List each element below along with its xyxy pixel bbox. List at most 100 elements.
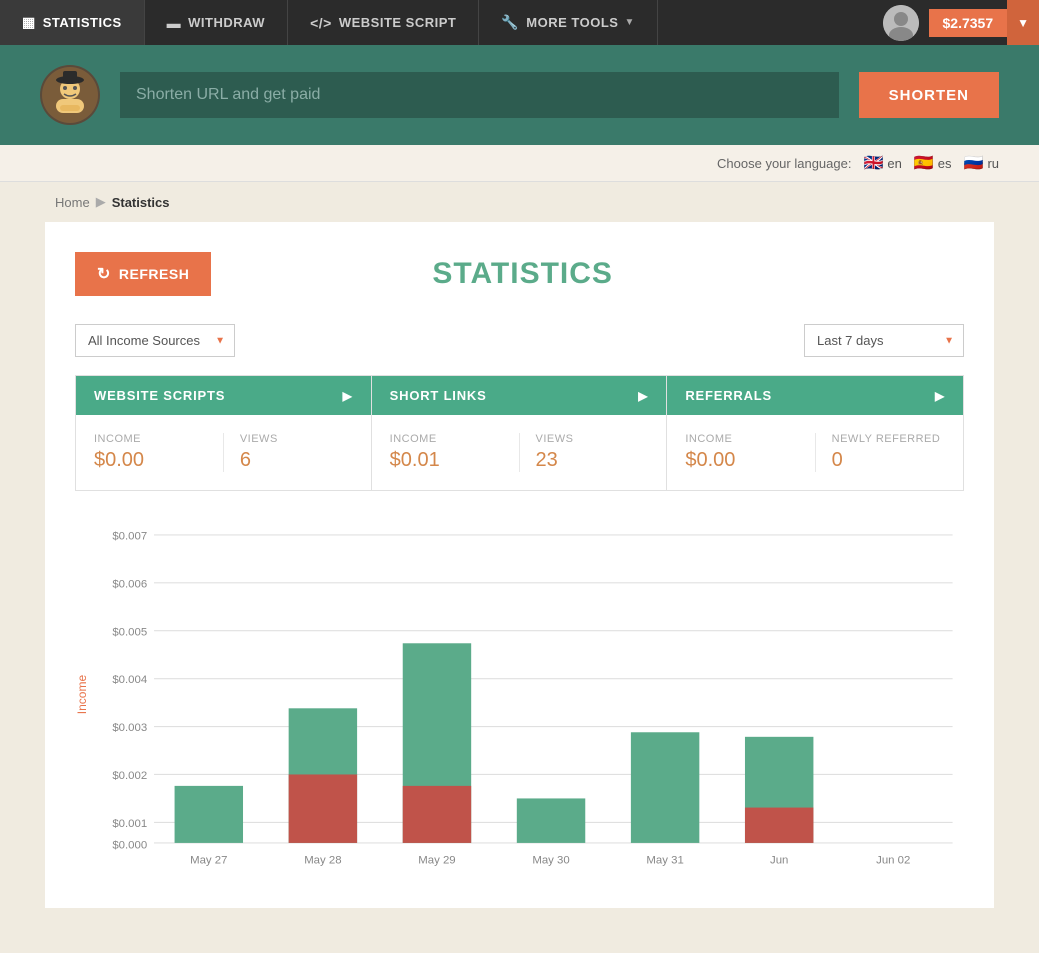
short-links-card: SHORT LINKS ▶ INCOME $0.01 VIEWS 23: [372, 376, 668, 490]
nav-more-tools[interactable]: 🔧 MORE TOOLS ▼: [479, 0, 658, 45]
withdraw-icon: ▬: [167, 15, 182, 31]
nav-statistics[interactable]: ▦ STATISTICS: [0, 0, 145, 45]
refresh-label: REFRESH: [119, 266, 189, 282]
flag-ru: 🇷🇺: [964, 153, 984, 173]
statistics-icon: ▦: [22, 14, 36, 31]
website-scripts-income-label: INCOME: [94, 433, 207, 445]
svg-text:May 30: May 30: [532, 854, 569, 866]
bar-may31-teal: [631, 732, 699, 843]
svg-text:$0.001: $0.001: [112, 818, 147, 830]
website-scripts-title: WEBSITE SCRIPTS: [94, 388, 225, 403]
nav-website-script[interactable]: </> WEBSITE SCRIPT: [288, 0, 479, 45]
website-scripts-income-metric: INCOME $0.00: [94, 433, 224, 472]
balance-display[interactable]: $2.7357: [929, 9, 1008, 37]
website-scripts-metrics: INCOME $0.00 VIEWS 6: [76, 415, 371, 490]
short-links-metrics: INCOME $0.01 VIEWS 23: [372, 415, 667, 490]
stats-cards: WEBSITE SCRIPTS ▶ INCOME $0.00 VIEWS 6 S…: [75, 375, 964, 491]
date-range-filter[interactable]: Last 7 days Last 30 days Last 90 days Th…: [804, 324, 964, 357]
language-bar: Choose your language: 🇬🇧 en 🇪🇸 es 🇷🇺 ru: [0, 145, 1039, 182]
short-links-header[interactable]: SHORT LINKS ▶: [372, 376, 667, 415]
code-icon: </>: [310, 15, 332, 31]
website-scripts-card: WEBSITE SCRIPTS ▶ INCOME $0.00 VIEWS 6: [76, 376, 372, 490]
lang-ru[interactable]: 🇷🇺 ru: [964, 153, 999, 173]
flag-es: 🇪🇸: [914, 153, 934, 173]
bar-may30-teal: [517, 798, 585, 842]
website-scripts-views-value: 6: [240, 449, 353, 472]
refresh-button[interactable]: ↻ REFRESH: [75, 252, 211, 296]
svg-text:Jun: Jun: [770, 854, 788, 866]
breadcrumb-home[interactable]: Home: [55, 195, 90, 210]
lang-en[interactable]: 🇬🇧 en: [863, 153, 901, 173]
short-links-income-value: $0.01: [390, 449, 503, 472]
short-links-income-label: INCOME: [390, 433, 503, 445]
logo-avatar: [40, 65, 100, 125]
svg-text:May 29: May 29: [418, 854, 455, 866]
income-source-filter[interactable]: All Income Sources Website Scripts Short…: [75, 324, 235, 357]
referrals-income-metric: INCOME $0.00: [685, 433, 815, 472]
referrals-arrow: ▶: [935, 389, 945, 403]
referrals-referred-metric: NEWLY REFERRED 0: [816, 433, 945, 472]
url-input[interactable]: [120, 72, 839, 118]
svg-text:$0.003: $0.003: [112, 722, 147, 734]
svg-text:$0.002: $0.002: [112, 770, 147, 782]
filters-row: All Income Sources Website Scripts Short…: [75, 324, 964, 357]
nav-withdraw-label: WITHDRAW: [188, 15, 265, 30]
website-scripts-header[interactable]: WEBSITE SCRIPTS ▶: [76, 376, 371, 415]
referrals-header[interactable]: REFERRALS ▶: [667, 376, 963, 415]
income-source-select[interactable]: All Income Sources Website Scripts Short…: [75, 324, 235, 357]
svg-text:$0.000: $0.000: [112, 840, 147, 852]
breadcrumb-current: Statistics: [112, 195, 170, 210]
svg-text:$0.007: $0.007: [112, 530, 147, 542]
shorten-button[interactable]: SHORTEN: [859, 72, 999, 118]
website-scripts-arrow: ▶: [343, 389, 353, 403]
bar-may29-red: [403, 786, 471, 843]
lang-es-code: es: [938, 156, 952, 171]
user-avatar[interactable]: [883, 5, 919, 41]
page-title: STATISTICS: [211, 257, 834, 291]
nav-statistics-label: STATISTICS: [43, 15, 122, 30]
date-range-select[interactable]: Last 7 days Last 30 days Last 90 days Th…: [804, 324, 964, 357]
lang-ru-code: ru: [987, 156, 999, 171]
tools-icon: 🔧: [501, 14, 519, 31]
bar-jun-red: [745, 808, 813, 843]
website-scripts-views-label: VIEWS: [240, 433, 353, 445]
website-scripts-income-value: $0.00: [94, 449, 207, 472]
main-content: ↻ REFRESH STATISTICS All Income Sources …: [45, 222, 994, 908]
refresh-icon: ↻: [97, 264, 111, 284]
short-links-views-metric: VIEWS 23: [520, 433, 649, 472]
stats-header: ↻ REFRESH STATISTICS: [75, 252, 964, 296]
balance-dropdown[interactable]: ▼: [1007, 0, 1039, 45]
referrals-metrics: INCOME $0.00 NEWLY REFERRED 0: [667, 415, 963, 490]
bar-may27-teal: [175, 786, 243, 843]
svg-text:$0.005: $0.005: [112, 626, 147, 638]
short-links-income-metric: INCOME $0.01: [390, 433, 520, 472]
short-links-views-label: VIEWS: [536, 433, 649, 445]
referrals-referred-label: NEWLY REFERRED: [832, 433, 945, 445]
short-links-arrow: ▶: [638, 389, 648, 403]
website-scripts-views-metric: VIEWS 6: [224, 433, 353, 472]
chart-wrapper: Income $0.007 $0.006 $0.005 $0.00: [75, 521, 964, 868]
svg-text:$0.004: $0.004: [112, 674, 147, 686]
breadcrumb: Home ▶ Statistics: [0, 182, 1039, 222]
chart-y-label: Income: [75, 521, 89, 868]
referrals-income-label: INCOME: [685, 433, 798, 445]
referrals-card: REFERRALS ▶ INCOME $0.00 NEWLY REFERRED …: [667, 376, 963, 490]
short-links-views-value: 23: [536, 449, 649, 472]
hero-section: SHORTEN: [0, 45, 1039, 145]
income-chart-svg: $0.007 $0.006 $0.005 $0.004 $0.003 $0.00…: [97, 521, 964, 868]
referrals-income-value: $0.00: [685, 449, 798, 472]
lang-es[interactable]: 🇪🇸 es: [914, 153, 952, 173]
svg-text:May 27: May 27: [190, 854, 227, 866]
svg-text:Jun 02: Jun 02: [876, 854, 910, 866]
svg-text:$0.006: $0.006: [112, 578, 147, 590]
bar-may28-red: [289, 774, 357, 842]
language-label: Choose your language:: [717, 156, 851, 171]
nav-website-script-label: WEBSITE SCRIPT: [339, 15, 457, 30]
referrals-title: REFERRALS: [685, 388, 772, 403]
svg-text:May 28: May 28: [304, 854, 341, 866]
svg-text:May 31: May 31: [646, 854, 683, 866]
nav-withdraw[interactable]: ▬ WITHDRAW: [145, 0, 288, 45]
top-navigation: ▦ STATISTICS ▬ WITHDRAW </> WEBSITE SCRI…: [0, 0, 1039, 45]
flag-en: 🇬🇧: [863, 153, 883, 173]
referrals-referred-value: 0: [832, 449, 945, 472]
